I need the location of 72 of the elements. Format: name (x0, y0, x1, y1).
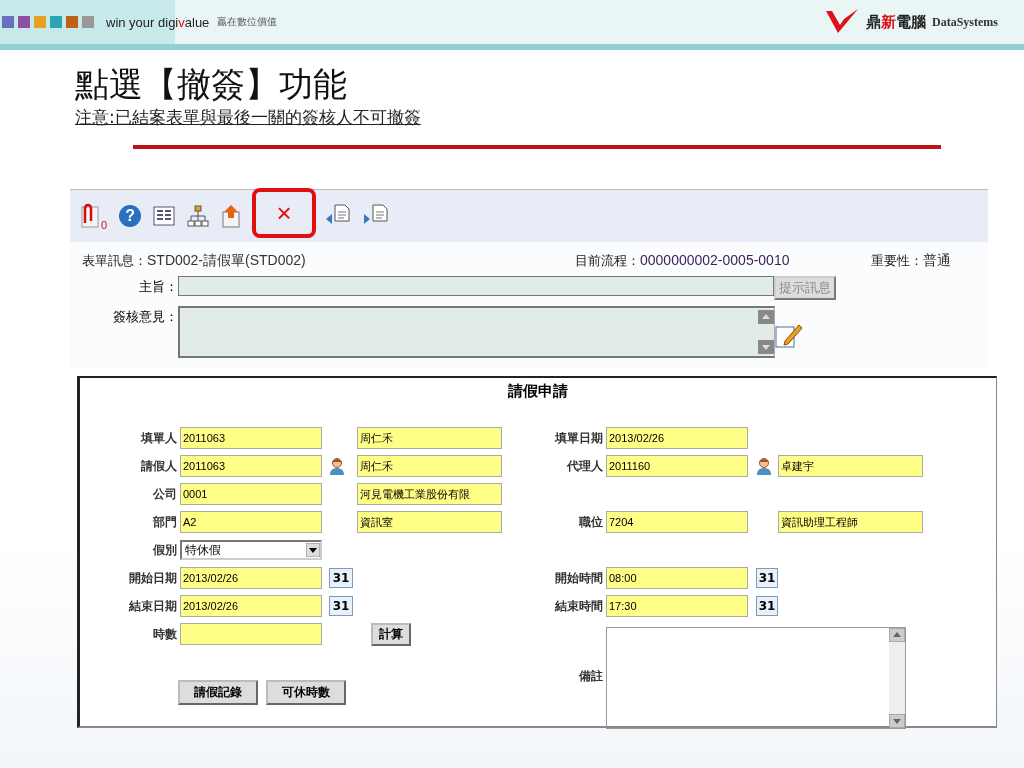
calculate-button[interactable]: 計算 (371, 622, 411, 646)
field-label: 部門 (152, 513, 178, 531)
scrollbar[interactable] (889, 628, 905, 728)
name-field[interactable]: 周仁禾 (357, 427, 502, 449)
brand-name-english: DataSystems (932, 14, 998, 30)
close-icon: × (276, 200, 292, 226)
pencil-note-icon[interactable] (775, 322, 803, 348)
form-button[interactable]: 可休時數 (266, 680, 346, 705)
field-label: 職位 (578, 513, 604, 531)
subject-field[interactable] (178, 276, 774, 296)
paperclip-icon (79, 203, 101, 229)
text-field[interactable]: 17:30 (606, 595, 748, 617)
field-label: 請假人 (140, 457, 178, 475)
text-field[interactable]: 2013/02/26 (180, 567, 322, 589)
form-title: 請假申請 (507, 381, 569, 402)
field-label: 代理人 (566, 457, 604, 475)
slogan: 贏在數位價值 (217, 15, 278, 29)
flowchart-icon (187, 205, 210, 227)
field-label: 開始時間 (554, 569, 604, 587)
comment-label: 簽核意見： (112, 308, 178, 326)
info-field: 目前流程：0000000002-0005-0010 (575, 252, 871, 270)
field-label: 結束時間 (554, 597, 604, 615)
field-label: 時數 (152, 625, 178, 643)
form-button[interactable]: 請假記錄 (178, 680, 258, 705)
text-field[interactable]: A2 (180, 511, 322, 533)
comment-field[interactable] (178, 306, 775, 358)
delete-button[interactable]: × (252, 188, 317, 238)
field-label: 開始日期 (128, 569, 178, 587)
person-icon[interactable] (756, 457, 772, 475)
form-icon (153, 206, 176, 226)
info-field: 表單訊息：STD002-請假單(STD002) (82, 252, 575, 270)
field-label: 備註 (578, 667, 604, 685)
subject-label: 主旨： (138, 278, 178, 296)
field-label: 假別 (152, 541, 178, 559)
scroll-up-icon[interactable] (889, 628, 905, 642)
name-field[interactable]: 資訊助理工程師 (778, 511, 923, 533)
field-label: 結束日期 (128, 597, 178, 615)
info-field: 重要性：普通 (871, 252, 951, 270)
name-field[interactable]: 周仁禾 (357, 455, 502, 477)
calendar-button[interactable]: 31 (329, 568, 353, 588)
text-field[interactable]: 2013/02/26 (606, 427, 748, 449)
text-field[interactable]: 7204 (606, 511, 748, 533)
remark-field[interactable] (606, 627, 906, 729)
person-icon[interactable] (329, 457, 345, 475)
text-field[interactable] (180, 623, 322, 645)
calendar-button[interactable]: 31 (329, 596, 353, 616)
slide-title: 點選【撤簽】功能 (75, 64, 348, 104)
name-field[interactable]: 資訊室 (357, 511, 502, 533)
field-label: 填單人 (139, 429, 178, 447)
caret-icon (306, 543, 320, 557)
scroll-down-icon[interactable] (889, 714, 905, 728)
scroll-up-icon[interactable] (758, 310, 774, 324)
calendar-button[interactable]: 31 (756, 596, 778, 616)
name-field[interactable]: 卓建宇 (778, 455, 923, 477)
tagline: win your digivalue (106, 14, 210, 30)
field-label: 填單日期 (553, 429, 604, 447)
text-field[interactable]: 0001 (180, 483, 322, 505)
leave-type-dropdown[interactable]: 特休假 (180, 540, 322, 560)
text-field[interactable]: 2011160 (606, 455, 748, 477)
scroll-down-icon[interactable] (758, 340, 774, 354)
help-icon: ? (119, 205, 142, 227)
text-field[interactable]: 08:00 (606, 567, 748, 589)
name-field[interactable]: 河見電機工業股份有限 (357, 483, 502, 505)
text-field[interactable]: 2013/02/26 (180, 595, 322, 617)
slide-note: 注意:已結案表單與最後一關的簽核人不可撤簽 (75, 106, 422, 129)
field-label: 公司 (152, 485, 178, 503)
text-field[interactable]: 2011063 (180, 427, 322, 449)
calendar-button[interactable]: 31 (756, 568, 778, 588)
brand-name: 鼎新電腦 (866, 12, 926, 32)
text-field[interactable]: 2011063 (180, 455, 322, 477)
attachment-button[interactable]: 0 (76, 199, 111, 233)
help-button[interactable]: ? (116, 199, 145, 233)
